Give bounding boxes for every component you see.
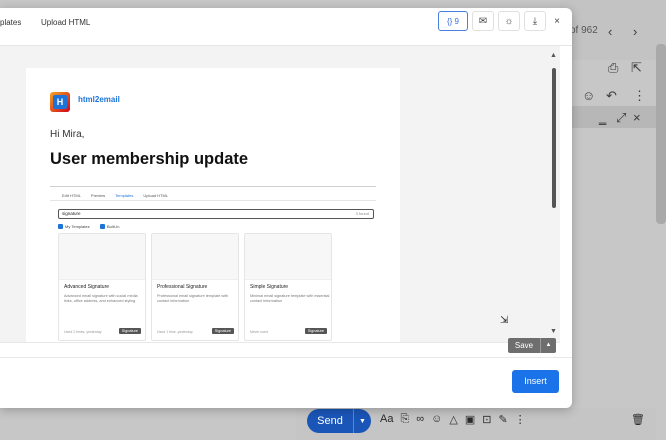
greeting: Hi Mira, xyxy=(50,129,85,140)
save-group: Save ▲ xyxy=(508,338,556,353)
formatting-icons: Aa ⎘ ∞ ☺ △ ▣ ⊡ ✎ ⋮ xyxy=(380,413,526,426)
send-options-icon[interactable]: ▼ xyxy=(354,418,371,425)
filter-built-in: Built-In xyxy=(100,224,119,229)
tab-templates[interactable]: plates xyxy=(0,18,21,27)
next-icon[interactable]: › xyxy=(633,25,637,38)
template-card: Professional Signature Professional emai… xyxy=(151,233,239,341)
prev-icon[interactable]: ‹ xyxy=(608,25,612,38)
page-scrollbar[interactable] xyxy=(656,44,666,224)
photo-icon[interactable]: ▣ xyxy=(465,413,475,426)
tab-upload-html[interactable]: Upload HTML xyxy=(41,18,90,27)
close-icon[interactable]: × xyxy=(550,16,564,27)
message-count: of 962 xyxy=(570,25,598,36)
send-button[interactable]: Send ▼ xyxy=(307,409,371,433)
email-preview-area: H html2email Hi Mira, User membership up… xyxy=(0,46,560,342)
compose-close-icon[interactable]: × xyxy=(633,111,641,124)
screenshot-tab: Upload HTML xyxy=(143,193,169,198)
brand-logo: H xyxy=(50,92,70,112)
reply-icon[interactable]: ↶ xyxy=(606,89,617,102)
brand-name: html2email xyxy=(78,95,120,104)
scroll-down-icon[interactable]: ▼ xyxy=(550,328,557,335)
more-icon[interactable]: ⋮ xyxy=(633,89,646,102)
insert-button[interactable]: Insert xyxy=(512,370,559,393)
screenshot-tabs: Edit HTML Preview Templates Upload HTML xyxy=(62,193,168,198)
screenshot-tab: Edit HTML xyxy=(62,193,81,198)
modal-tabs: plates Upload HTML {} 9 ✉ ☼ ⤓ × xyxy=(0,8,572,46)
signature-icon[interactable]: ✎ xyxy=(498,413,507,426)
discard-icon[interactable]: 🗑 xyxy=(631,413,645,426)
format-text-icon[interactable]: Aa xyxy=(380,413,393,426)
scroll-up-icon[interactable]: ▲ xyxy=(550,52,557,59)
preview-scrollbar[interactable]: ▲ ▼ xyxy=(550,46,558,342)
email-canvas: H html2email Hi Mira, User membership up… xyxy=(26,68,400,342)
save-button[interactable]: Save xyxy=(508,338,540,353)
more-options-icon[interactable]: ⋮ xyxy=(515,413,526,426)
inbox-preview-icon[interactable]: ✉ xyxy=(472,11,494,31)
minimize-icon[interactable]: ‗ xyxy=(599,111,606,124)
attach-icon[interactable]: ⎘ xyxy=(400,413,409,426)
expand-icon[interactable]: ⤢ xyxy=(616,111,626,124)
embedded-screenshot: Edit HTML Preview Templates Upload HTML … xyxy=(50,186,376,342)
send-label: Send xyxy=(317,415,343,427)
print-icon[interactable]: ⎙ xyxy=(608,61,618,74)
lock-icon[interactable]: ⊡ xyxy=(482,413,491,426)
filter-my-templates: My Templates xyxy=(58,224,90,229)
emoji-insert-icon[interactable]: ☺ xyxy=(431,413,442,426)
open-new-window-icon[interactable]: ⇱ xyxy=(631,61,642,74)
template-card: Advanced Signature Advanced email signat… xyxy=(58,233,146,341)
html-editor-modal: plates Upload HTML {} 9 ✉ ☼ ⤓ × H html2e… xyxy=(0,8,572,408)
download-icon[interactable]: ⤓ xyxy=(524,11,546,31)
modal-toolbar: {} 9 ✉ ☼ ⤓ × xyxy=(438,11,564,31)
scroll-thumb[interactable] xyxy=(552,68,556,208)
theme-toggle-icon[interactable]: ☼ xyxy=(498,11,520,31)
save-options-icon[interactable]: ▲ xyxy=(540,338,556,353)
mouse-cursor-icon: ⇲ xyxy=(500,315,509,326)
template-card: Simple Signature Minimal email signature… xyxy=(244,233,332,341)
screenshot-tab: Preview xyxy=(90,193,106,198)
emoji-icon[interactable]: ☺ xyxy=(582,89,595,102)
variables-button[interactable]: {} 9 xyxy=(438,11,468,31)
screenshot-search: signature 3 found xyxy=(58,209,374,219)
compose-header xyxy=(572,106,658,128)
drive-icon[interactable]: △ xyxy=(449,413,457,426)
email-headline: User membership update xyxy=(50,150,249,168)
link-icon[interactable]: ∞ xyxy=(416,413,424,426)
screenshot-tab: Templates xyxy=(115,193,134,198)
